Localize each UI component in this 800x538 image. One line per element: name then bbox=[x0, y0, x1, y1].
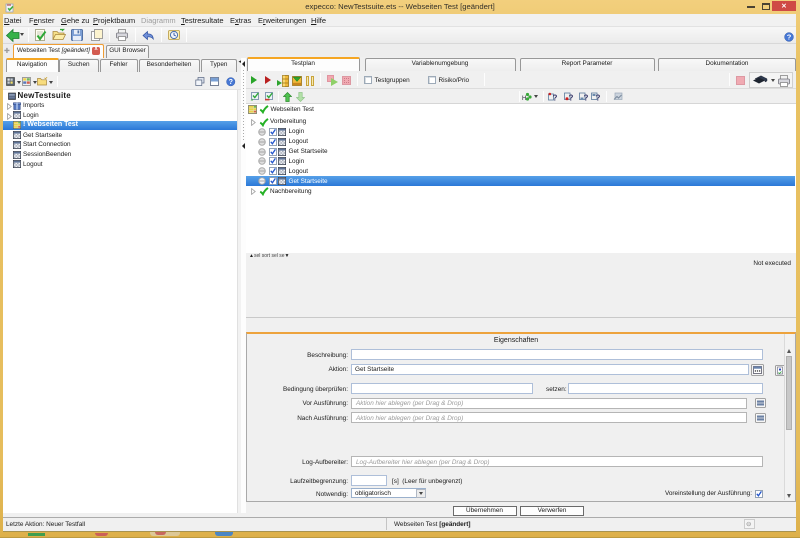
svg-text:?: ? bbox=[787, 33, 792, 42]
svg-text:?: ? bbox=[229, 78, 233, 86]
svg-text:?: ? bbox=[553, 94, 558, 103]
svg-text:?: ? bbox=[584, 94, 589, 103]
svg-text:H: H bbox=[522, 96, 526, 101]
svg-text:?: ? bbox=[568, 94, 573, 103]
svg-text:?: ? bbox=[596, 94, 601, 103]
